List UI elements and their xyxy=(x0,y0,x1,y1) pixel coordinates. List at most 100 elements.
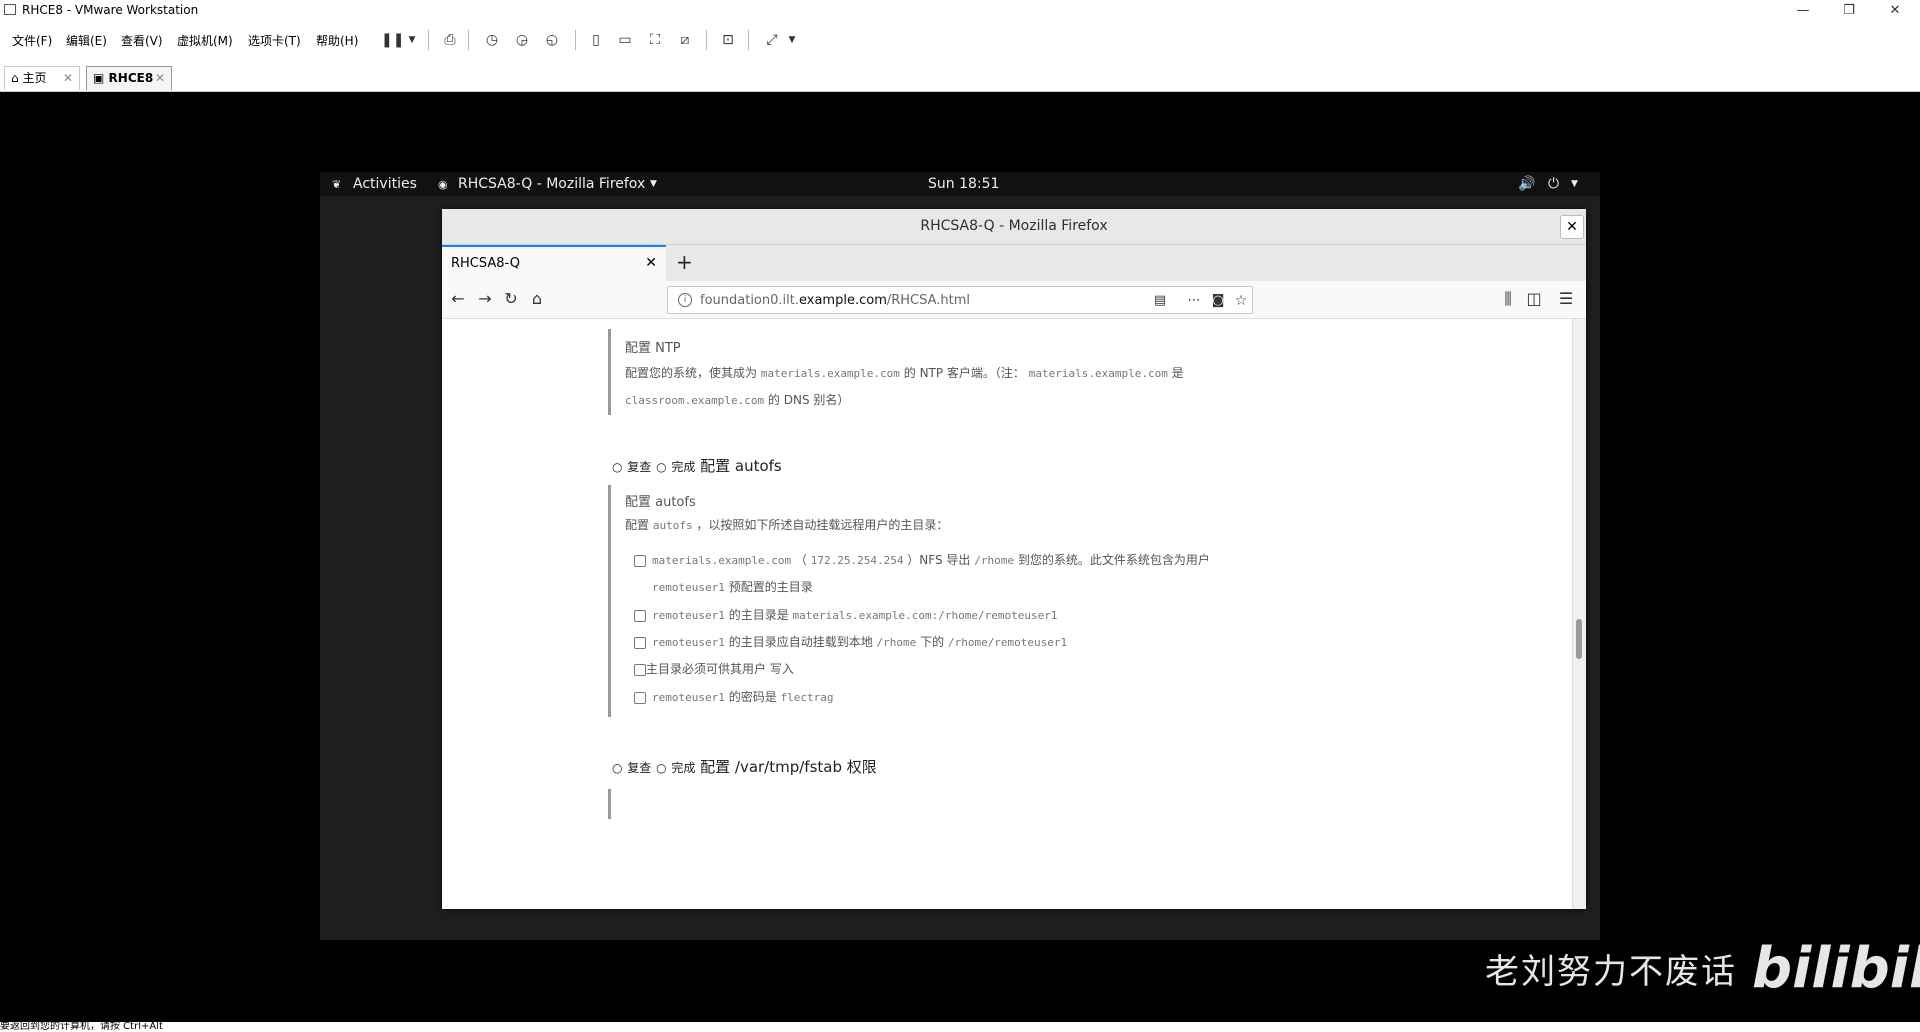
radio-icon[interactable]: ○ xyxy=(612,460,622,474)
code: materials.example.com xyxy=(760,367,900,380)
text: 配置您的系统，使其成为 xyxy=(625,366,758,380)
menu-vm[interactable]: 虚拟机(M) xyxy=(177,32,233,49)
radio-icon[interactable]: ○ xyxy=(656,460,666,474)
text: 是 xyxy=(1171,366,1184,380)
task-checkbox[interactable] xyxy=(634,609,646,622)
menu-edit[interactable]: 编辑(E) xyxy=(66,32,107,49)
activities-button[interactable]: Activities xyxy=(353,176,417,192)
restore-icon[interactable]: ❐ xyxy=(1826,0,1872,22)
revert-snapshot-icon[interactable]: ◶ xyxy=(512,30,532,50)
minimize-icon[interactable]: — xyxy=(1780,0,1826,22)
scrollbar-thumb[interactable] xyxy=(1576,619,1582,659)
app-menu-dropdown-icon[interactable]: ▼ xyxy=(650,179,657,189)
firefox-close-icon[interactable]: ✕ xyxy=(1560,215,1584,239)
task-checkbox[interactable] xyxy=(634,691,646,704)
radio-icon[interactable]: ○ xyxy=(656,761,666,775)
code: /rhome xyxy=(974,554,1014,567)
clock[interactable]: Sun 18:51 xyxy=(928,176,999,192)
vmware-titlebar: RHCE8 - VMware Workstation — ❐ ✕ xyxy=(0,0,1920,22)
menu-view[interactable]: 查看(V) xyxy=(121,32,163,49)
thumbnail-view-icon[interactable]: ▭ xyxy=(615,30,635,50)
new-tab-icon[interactable]: + xyxy=(676,250,693,274)
back-icon[interactable]: ← xyxy=(448,289,468,309)
reader-view-icon[interactable]: ▤ xyxy=(1150,291,1170,311)
page-content[interactable]: 配置 NTP 配置您的系统，使其成为 materials.example.com… xyxy=(442,319,1572,909)
text: 下的 xyxy=(920,635,945,649)
vmware-tabbar: ⌂ 主页 ✕ ▣ RHCE8 ✕ xyxy=(0,58,1920,92)
bookmark-star-icon[interactable]: ☆ xyxy=(1231,291,1251,311)
code: remoteuser1 xyxy=(652,691,725,704)
url-bar[interactable]: i foundation0.ilt.example.com/RHCSA.html… xyxy=(667,286,1253,314)
close-tab-icon[interactable]: ✕ xyxy=(645,255,657,271)
send-keys-icon[interactable]: ⎙ xyxy=(440,30,460,50)
done-label[interactable]: 完成 xyxy=(671,761,695,775)
close-tab-icon[interactable]: ✕ xyxy=(155,67,165,89)
code: remoteuser1 xyxy=(652,581,725,594)
menu-file[interactable]: 文件(F) xyxy=(12,32,52,49)
code: remoteuser1 xyxy=(652,609,725,622)
ntp-description: 配置您的系统，使其成为 materials.example.com 的 NTP … xyxy=(625,360,1184,414)
stretch-dropdown-icon[interactable]: ▼ xyxy=(782,30,802,50)
text: 的主目录应自动挂载到本地 xyxy=(728,635,873,649)
guest-screen[interactable]: ❦ Activities ◉ RHCSA8-Q - Mozilla Firefo… xyxy=(320,172,1600,940)
forward-icon[interactable]: → xyxy=(475,289,495,309)
reload-icon[interactable]: ↻ xyxy=(501,289,521,309)
status-text: 要返回到您的计算机，请按 Ctrl+Alt xyxy=(0,1022,163,1032)
review-label[interactable]: 复查 xyxy=(627,761,651,775)
close-tab-icon[interactable]: ✕ xyxy=(63,67,73,89)
firefox-navbar: ← → ↻ ⌂ i foundation0.ilt.example.com/RH… xyxy=(442,281,1586,319)
task-checkbox[interactable] xyxy=(634,554,646,567)
bilibili-logo: bilibili xyxy=(1752,936,1920,1001)
sidebar-icon[interactable]: ◫ xyxy=(1524,289,1544,309)
snapshot-manager-icon[interactable]: ◵ xyxy=(542,30,562,50)
radio-icon[interactable]: ○ xyxy=(612,761,622,775)
code: flectrag xyxy=(780,691,834,704)
system-menu-dropdown-icon[interactable]: ▼ xyxy=(1571,179,1578,189)
page-scrollbar[interactable] xyxy=(1572,319,1586,909)
close-window-icon[interactable]: ✕ xyxy=(1872,0,1918,22)
text: 到您的系统。此文件系统包含为用户 xyxy=(1017,553,1210,567)
code: materials.example.com xyxy=(1028,367,1168,380)
url-path: /RHCSA.html xyxy=(886,293,971,308)
power-icon[interactable]: ⏻ xyxy=(1548,176,1559,192)
window-title: RHCE8 - VMware Workstation xyxy=(22,3,199,17)
menu-tabs[interactable]: 选项卡(T) xyxy=(248,32,301,49)
menu-help[interactable]: 帮助(H) xyxy=(316,32,358,49)
text: 的 DNS 别名） xyxy=(767,393,850,407)
firefox-window: RHCSA8-Q - Mozilla Firefox ✕ RHCSA8-Q ✕ … xyxy=(442,209,1586,909)
site-info-icon[interactable]: i xyxy=(678,293,692,307)
page-actions-icon[interactable]: ⋯ xyxy=(1184,291,1204,311)
tab-rhce8[interactable]: ▣ RHCE8 ✕ xyxy=(86,66,172,90)
code: 172.25.254.254 xyxy=(810,554,904,567)
toolbar-separator xyxy=(706,30,707,50)
task-item: remoteuser1 的主目录是 materials.example.com:… xyxy=(634,602,1057,629)
volume-icon[interactable]: 🔊 xyxy=(1518,176,1535,192)
console-icon[interactable]: ⊡ xyxy=(718,30,738,50)
hamburger-menu-icon[interactable]: ☰ xyxy=(1556,289,1576,309)
unity-icon[interactable]: ⧄ xyxy=(675,30,695,50)
home-icon[interactable]: ⌂ xyxy=(527,289,547,309)
firefox-titlebar: RHCSA8-Q - Mozilla Firefox ✕ xyxy=(442,209,1586,245)
task-item: materials.example.com （ 172.25.254.254 ）… xyxy=(634,547,1210,601)
vmware-app-icon xyxy=(4,4,16,15)
text: 预配置的主目录 xyxy=(728,580,813,594)
library-icon[interactable]: ⫼ xyxy=(1498,289,1518,309)
fullscreen-icon[interactable]: ⛶ xyxy=(645,30,665,50)
tab-home[interactable]: ⌂ 主页 ✕ xyxy=(4,66,80,90)
url-text[interactable]: foundation0.ilt.example.com/RHCSA.html xyxy=(700,293,970,308)
review-label[interactable]: 复查 xyxy=(627,460,651,474)
browser-tab-title: RHCSA8-Q xyxy=(451,256,520,271)
pause-dropdown-icon[interactable]: ▼ xyxy=(402,30,422,50)
pause-icon[interactable]: ❚❚ xyxy=(381,30,404,50)
stretch-icon[interactable]: ⤢ xyxy=(762,30,782,50)
browser-tab[interactable]: RHCSA8-Q ✕ xyxy=(442,245,666,281)
autofs-task-block: 配置 autofs 配置 autofs ，以按照如下所述自动挂载远程用户的主目录… xyxy=(608,485,948,717)
snapshot-icon[interactable]: ◷ xyxy=(482,30,502,50)
pocket-icon[interactable]: ◙ xyxy=(1208,291,1228,311)
code: materials.example.com:/rhome/remoteuser1 xyxy=(792,609,1058,622)
task-checkbox[interactable] xyxy=(634,663,646,676)
done-label[interactable]: 完成 xyxy=(671,460,695,474)
library-view-icon[interactable]: ▯ xyxy=(586,30,606,50)
task-checkbox[interactable] xyxy=(634,636,646,649)
app-menu[interactable]: RHCSA8-Q - Mozilla Firefox xyxy=(458,176,645,192)
